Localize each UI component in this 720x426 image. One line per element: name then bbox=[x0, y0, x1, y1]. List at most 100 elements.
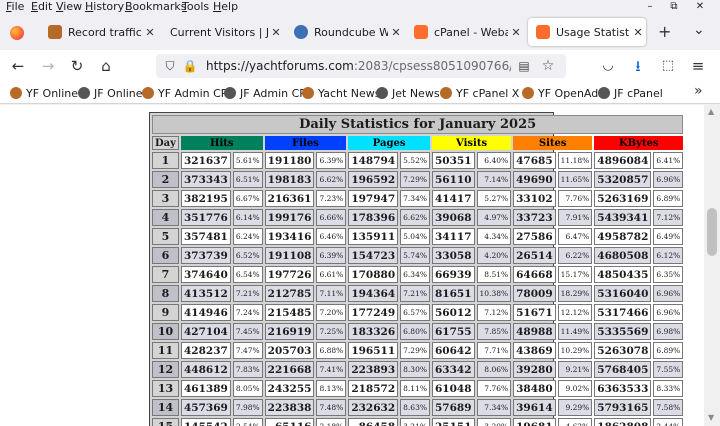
bookmark-star-icon[interactable]: ☆ bbox=[540, 58, 556, 74]
yf-bookmark-icon bbox=[142, 87, 154, 99]
close-tab-icon[interactable]: ✕ bbox=[388, 26, 404, 39]
tab-roundcube[interactable]: Roundcube Webm ✕ bbox=[286, 18, 404, 46]
percent-cell: 7.76% bbox=[476, 380, 512, 397]
value-cell: 1862808 bbox=[594, 418, 652, 426]
bookmark-jet-news[interactable]: Jet News bbox=[376, 85, 440, 101]
firefox-view-icon[interactable] bbox=[10, 26, 24, 40]
value-cell: 5793165 bbox=[594, 399, 652, 416]
percent-cell: 6.62% bbox=[400, 209, 430, 226]
scroll-down-icon[interactable]: ▼ bbox=[708, 413, 716, 422]
url-text[interactable]: https://yachtforums.com:2083/cpsess80510… bbox=[206, 54, 511, 78]
restore-icon[interactable]: ⧉ bbox=[664, 0, 684, 13]
percent-cell: 6.39% bbox=[316, 152, 347, 169]
reader-view-icon[interactable]: ▤ bbox=[516, 58, 532, 74]
value-cell: 135911 bbox=[348, 228, 399, 245]
bookmarks-overflow-icon[interactable]: » bbox=[694, 83, 703, 99]
close-tab-icon[interactable]: ✕ bbox=[268, 26, 284, 39]
lock-icon[interactable]: 🔒 bbox=[182, 58, 198, 74]
tracking-shield-icon[interactable]: ⛉ bbox=[162, 58, 178, 74]
percent-cell: 12.12% bbox=[557, 304, 593, 321]
new-tab-icon[interactable]: + bbox=[658, 22, 671, 41]
tab-current-visitors[interactable]: Current Visitors | JetFo ✕ bbox=[160, 18, 284, 46]
value-cell: 27586 bbox=[513, 228, 556, 245]
day-cell: 6 bbox=[152, 247, 179, 264]
bookmark-jf-admin-cp[interactable]: JF Admin CP bbox=[224, 85, 306, 101]
percent-cell: 7.58% bbox=[653, 399, 684, 416]
percent-cell: 4.20% bbox=[476, 247, 512, 264]
table-row: 13 461389 8.05% 243255 8.13% 218572 8.11% 61048… bbox=[152, 380, 684, 397]
day-header: Day bbox=[152, 136, 179, 150]
page-scrollbar[interactable]: ▲ ▼ bbox=[704, 105, 720, 426]
value-cell: 39614 bbox=[513, 399, 556, 416]
close-window-icon[interactable]: ✕ bbox=[690, 0, 710, 13]
percent-cell: 6.96% bbox=[653, 285, 684, 302]
menu-tools[interactable]: Tools bbox=[182, 0, 209, 14]
menu-edit[interactable]: Edit bbox=[31, 0, 52, 14]
home-icon[interactable]: ⌂ bbox=[96, 56, 116, 76]
list-tabs-icon[interactable]: ⌄ bbox=[693, 22, 705, 38]
bookmark-yf-online[interactable]: YF Online bbox=[10, 85, 78, 101]
percent-cell: 7.34% bbox=[400, 190, 430, 207]
percent-cell: 7.12% bbox=[476, 304, 512, 321]
downloads-icon[interactable]: ⭳ bbox=[628, 56, 648, 76]
percent-cell: 2.44% bbox=[653, 418, 684, 426]
table-row: 1 321637 5.61% 191180 6.39% 148794 5.52% 50351 6… bbox=[152, 152, 684, 169]
day-cell: 13 bbox=[152, 380, 179, 397]
percent-cell: 11.49% bbox=[557, 323, 593, 340]
percent-cell: 6.98% bbox=[653, 323, 684, 340]
value-cell: 351776 bbox=[180, 209, 231, 226]
bookmark-jf-online[interactable]: JF Online bbox=[78, 85, 143, 101]
bookmark-yf-cpanel-x[interactable]: YF cPanel X bbox=[440, 85, 519, 101]
scroll-up-icon[interactable]: ▲ bbox=[708, 107, 716, 116]
value-cell: 60642 bbox=[431, 342, 475, 359]
value-cell: 5439341 bbox=[594, 209, 652, 226]
menu-help[interactable]: Help bbox=[213, 0, 238, 14]
tab-record-traffic[interactable]: Record traffic at Y ✕ bbox=[40, 18, 158, 46]
percent-cell: 6.57% bbox=[400, 304, 430, 321]
table-row: 10 427104 7.45% 216919 7.25% 183326 6.80% 61755… bbox=[152, 323, 684, 340]
bookmark-yacht-news[interactable]: Yacht News bbox=[302, 85, 381, 101]
bookmark-yf-openads[interactable]: YF OpenAds bbox=[522, 85, 604, 101]
menu-file[interactable]: File bbox=[6, 0, 24, 14]
value-cell: 357481 bbox=[180, 228, 231, 245]
menu-view[interactable]: View bbox=[56, 0, 82, 14]
percent-cell: 9.02% bbox=[557, 380, 593, 397]
bookmark-jf-cpanel[interactable]: JF cPanel bbox=[598, 85, 663, 101]
value-cell: 196592 bbox=[348, 171, 399, 188]
value-cell: 38480 bbox=[513, 380, 556, 397]
table-row: 2 373343 6.51% 198183 6.62% 196592 7.29% 56110 7… bbox=[152, 171, 684, 188]
bookmark-label: Yacht News bbox=[318, 86, 381, 100]
close-tab-icon[interactable]: ✕ bbox=[630, 26, 646, 39]
forward-icon[interactable]: → bbox=[38, 56, 58, 76]
tab-label: Roundcube Webm bbox=[314, 25, 388, 39]
minimize-icon[interactable]: – bbox=[640, 0, 660, 13]
reload-icon[interactable]: ↻ bbox=[67, 56, 87, 76]
value-cell: 198183 bbox=[264, 171, 315, 188]
table-row: 8 413512 7.21% 212785 7.11% 194364 7.21% 81651 1… bbox=[152, 285, 684, 302]
extensions-icon[interactable]: ⬚ bbox=[658, 56, 678, 76]
tab-cpanel-webalizer[interactable]: cPanel - Webalizer ✕ bbox=[406, 18, 524, 46]
value-cell: 197726 bbox=[264, 266, 315, 283]
address-bar[interactable]: ⛉ 🔒 https://yachtforums.com:2083/cpsess8… bbox=[156, 54, 566, 78]
value-cell: 191108 bbox=[264, 247, 315, 264]
percent-cell: 9.29% bbox=[557, 399, 593, 416]
menu-history[interactable]: History bbox=[85, 0, 124, 14]
value-cell: 5335569 bbox=[594, 323, 652, 340]
jf-bookmark-icon bbox=[224, 87, 236, 99]
pocket-icon[interactable]: ◡ bbox=[598, 56, 618, 76]
value-cell: 41417 bbox=[431, 190, 475, 207]
value-cell: 457369 bbox=[180, 399, 231, 416]
close-tab-icon[interactable]: ✕ bbox=[508, 26, 524, 39]
percent-cell: 6.39% bbox=[316, 247, 347, 264]
close-tab-icon[interactable]: ✕ bbox=[142, 26, 158, 39]
value-cell: 428237 bbox=[180, 342, 231, 359]
menu-bookmarks[interactable]: Bookmarks bbox=[125, 0, 186, 14]
tab-usage-statistics[interactable]: Usage Statistics fo ✕ bbox=[528, 18, 646, 46]
value-cell: 232632 bbox=[348, 399, 399, 416]
back-icon[interactable]: ← bbox=[8, 56, 28, 76]
value-cell: 51671 bbox=[513, 304, 556, 321]
scrollbar-thumb[interactable] bbox=[707, 208, 717, 256]
app-menu-icon[interactable]: ≡ bbox=[688, 56, 708, 76]
percent-cell: 6.40% bbox=[476, 152, 512, 169]
bookmark-yf-admin-cp[interactable]: YF Admin CP bbox=[142, 85, 227, 101]
